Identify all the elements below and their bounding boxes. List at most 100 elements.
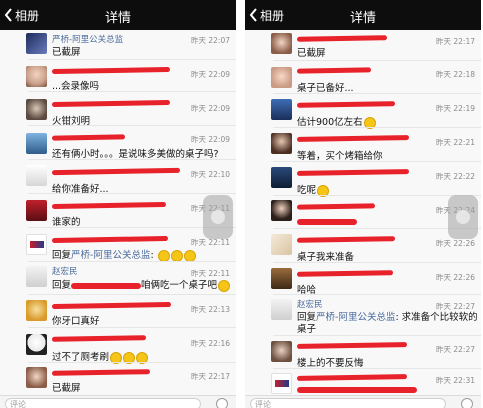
reply-target[interactable]: 严桥-阿里公关总监 (71, 250, 150, 261)
redacted-author (296, 169, 410, 176)
comment-row[interactable]: 昨天 22:26 哈哈 (245, 263, 481, 296)
avatar[interactable] (271, 373, 292, 394)
floating-assistive-button[interactable] (203, 195, 233, 239)
comment-row[interactable]: 昨天 22:09 ...会录像吗 (0, 60, 236, 92)
avatar[interactable] (26, 367, 47, 388)
comment-time: 昨天 22:10 (191, 170, 230, 179)
reply-body: : 求准备个比较软的 (395, 312, 478, 323)
avatar[interactable] (26, 99, 47, 120)
redacted-author (51, 134, 126, 141)
comment-text: 已截屏 (52, 383, 81, 394)
comment-row[interactable]: 赵宏民 昨天 22:27 回复严桥-阿里公关总监: 求准备个比较软的 桌子 (245, 295, 481, 336)
redacted-text (297, 218, 357, 225)
avatar[interactable] (271, 268, 292, 289)
avatar[interactable] (271, 234, 292, 255)
avatar[interactable] (26, 234, 47, 255)
floating-assistive-button[interactable] (448, 195, 478, 239)
comment-time: 昨天 22:21 (436, 138, 475, 147)
avatar[interactable] (26, 200, 47, 221)
comment-text: 回复严桥-阿里公关总监: (52, 247, 196, 262)
comment-text: 桌子已备好... (297, 83, 354, 94)
comment-text: 已截屏 (297, 48, 326, 59)
avatar[interactable] (271, 167, 292, 188)
avatar[interactable] (26, 66, 47, 87)
avatar[interactable] (26, 300, 47, 321)
avatar[interactable] (26, 33, 47, 54)
comment-list[interactable]: 严桥-阿里公关总监 昨天 22:07 已截屏 昨天 22:09 ...会录像吗 … (0, 30, 236, 395)
comment-row[interactable]: 昨天 22:21 等着，买个烤箱给你 (245, 128, 481, 162)
avatar[interactable] (271, 200, 292, 221)
avatar[interactable] (26, 133, 47, 154)
smiley-icon[interactable] (461, 398, 473, 408)
assistive-dot (456, 210, 470, 224)
comment-time: 昨天 22:09 (191, 104, 230, 113)
redacted-author (51, 235, 169, 244)
redacted-author (296, 67, 372, 74)
comment-bar: 评论 (245, 395, 481, 408)
comment-text: 楼上的不要反悔 (297, 358, 364, 369)
comment-text (297, 384, 417, 395)
comment-row[interactable]: 昨天 22:09 火钳刘明 (0, 92, 236, 127)
avatar[interactable] (26, 334, 47, 355)
comment-row[interactable]: 昨天 22:31 (245, 369, 481, 395)
comment-time: 昨天 22:07 (191, 36, 230, 45)
comment-text: 谁家的 (52, 217, 81, 228)
avatar[interactable] (271, 33, 292, 54)
redacted-author (51, 301, 172, 310)
comment-time: 昨天 22:26 (436, 273, 475, 282)
comment-input[interactable]: 评论 (5, 398, 201, 408)
comment-row[interactable]: 昨天 22:22 吃呢 (245, 162, 481, 197)
redacted-author (296, 135, 410, 142)
comment-row[interactable]: 昨天 22:17 已截屏 (245, 30, 481, 61)
comment-text: 已截屏 (52, 47, 81, 58)
avatar[interactable] (271, 133, 292, 154)
comment-author[interactable]: 赵宏民 (52, 265, 78, 277)
redacted-author (296, 374, 408, 381)
emoji-icon (218, 279, 231, 292)
comment-row[interactable]: 昨天 22:16 过不了厕考刷 (0, 328, 236, 364)
avatar[interactable] (271, 341, 292, 362)
avatar[interactable] (26, 165, 47, 186)
redacted-text (297, 386, 417, 393)
comment-bar: 评论 (0, 395, 236, 408)
avatar[interactable] (271, 99, 292, 120)
comment-row[interactable]: 昨天 22:10 给你准备好... (0, 160, 236, 195)
comment-row[interactable]: 昨天 22:24 (245, 196, 481, 229)
redacted-author (296, 35, 388, 42)
comment-text: 回复严桥-阿里公关总监: 求准备个比较软的 (297, 309, 478, 323)
assistive-dot (211, 210, 225, 224)
comment-row[interactable]: 昨天 22:19 估计900亿左右 (245, 94, 481, 129)
comment-time: 昨天 22:09 (191, 70, 230, 79)
redacted-author (296, 101, 396, 108)
redacted-author (51, 99, 171, 108)
logo-mark (30, 241, 44, 248)
comment-row[interactable]: 昨天 22:26 桌子我来准备 (245, 229, 481, 263)
reply-body: 咱俩吃一个桌子吧 (141, 280, 218, 291)
redacted-author (51, 202, 167, 209)
comment-input[interactable]: 评论 (250, 398, 446, 408)
comment-row[interactable]: 昨天 22:11 回复严桥-阿里公关总监: (0, 228, 236, 262)
comment-text (297, 216, 357, 227)
comment-time: 昨天 22:31 (436, 376, 475, 385)
comment-row[interactable]: 赵宏民 昨天 22:11 回复 咱俩吃一个桌子吧 (0, 262, 236, 295)
comment-time: 昨天 22:26 (436, 239, 475, 248)
comment-row[interactable]: 昨天 22:18 桌子已备好... (245, 61, 481, 94)
redacted-author (51, 369, 151, 376)
reply-target[interactable]: 严桥-阿里公关总监 (316, 312, 395, 323)
avatar[interactable] (271, 299, 292, 320)
comment-row[interactable]: 昨天 22:27 楼上的不要反悔 (245, 336, 481, 369)
smiley-icon[interactable] (216, 398, 228, 408)
comment-row[interactable]: 昨天 22:13 你牙口真好 (0, 295, 236, 328)
avatar[interactable] (26, 266, 47, 287)
comment-text: 回复 咱俩吃一个桌子吧 (52, 277, 231, 292)
comment-row[interactable]: 昨天 22:11 谁家的 (0, 194, 236, 228)
reply-prefix: 回复 (52, 250, 72, 261)
navigation-bar: 相册 详情 (0, 0, 236, 30)
redacted-author (296, 203, 376, 210)
comment-row[interactable]: 严桥-阿里公关总监 昨天 22:07 已截屏 (0, 30, 236, 60)
comment-row[interactable]: 昨天 22:17 已截屏 (0, 363, 236, 395)
comment-list[interactable]: 昨天 22:17 已截屏 昨天 22:18 桌子已备好... 昨天 22:19 … (245, 30, 481, 395)
avatar[interactable] (271, 67, 292, 88)
comment-row[interactable]: 昨天 22:09 还有俩小时。。。是说味多美做的桌子吗? (0, 126, 236, 160)
comment-text-continued: 桌子 (297, 324, 317, 335)
